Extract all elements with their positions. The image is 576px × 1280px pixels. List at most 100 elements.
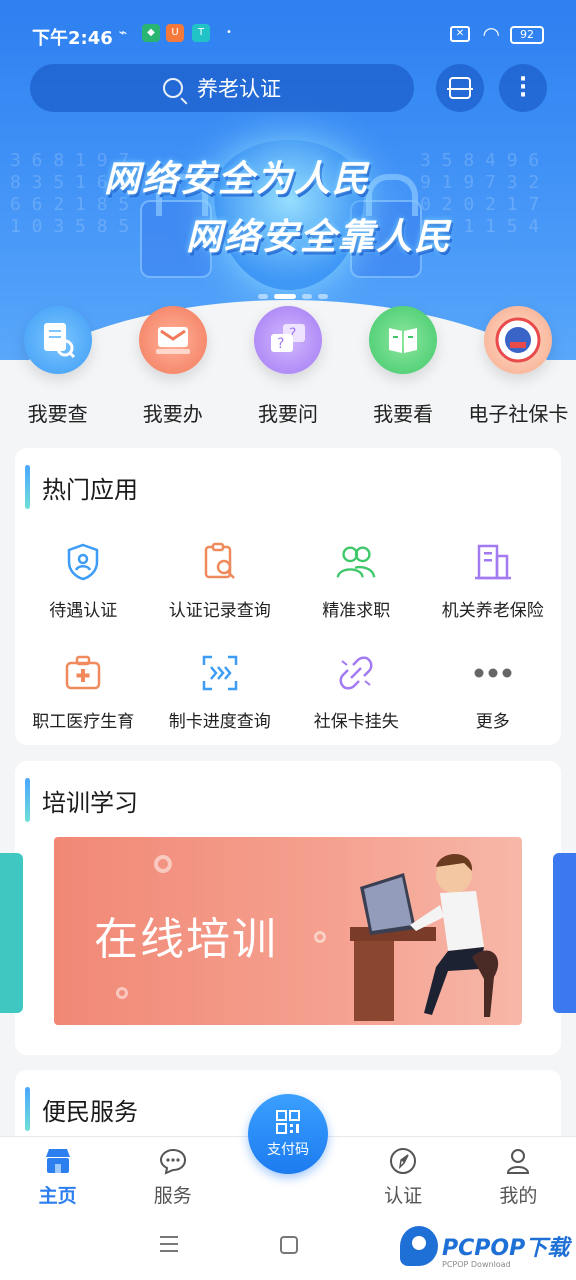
section-title: 培训学习 xyxy=(25,775,138,825)
banner-text: 在线培训 xyxy=(94,914,278,965)
decor-circle xyxy=(314,931,326,943)
app-item-card-progress[interactable]: 制卡进度查询 xyxy=(152,651,289,732)
app-item-medical-maternity[interactable]: 职工医疗生育 xyxy=(15,651,152,732)
broken-link-icon xyxy=(334,651,378,695)
title-accent-bar xyxy=(25,778,30,822)
app-label: 社保卡挂失 xyxy=(313,712,399,732)
watermark-subtext: PCPOP Download xyxy=(442,1260,511,1269)
app-label: 更多 xyxy=(475,712,510,732)
tab-label: 我的 xyxy=(499,1185,538,1207)
decor-circle xyxy=(116,987,128,999)
system-nav-bar: PCPOP下载 PCPOP Download xyxy=(0,1212,576,1280)
indicator-dot xyxy=(302,294,312,299)
quick-entry-view[interactable]: 我要看 xyxy=(346,306,461,427)
tab-mine[interactable]: 我的 xyxy=(461,1137,576,1212)
doc-search-icon xyxy=(23,306,92,374)
pay-code-button[interactable]: 支付码 xyxy=(248,1094,328,1174)
section-title: 热门应用 xyxy=(25,462,138,512)
book-icon xyxy=(369,306,438,374)
sim-icon: ✕ xyxy=(450,26,470,42)
section-title-text: 热门应用 xyxy=(42,475,138,504)
quick-entry-query[interactable]: 我要查 xyxy=(0,306,115,427)
status-time: 下午2:46 xyxy=(32,28,113,49)
watermark-text: PCPOP下载 xyxy=(442,1236,570,1261)
building-icon xyxy=(471,540,515,584)
store-icon xyxy=(45,1149,70,1173)
nav-home-button[interactable] xyxy=(280,1236,298,1254)
status-bar: 下午2:46 ⌁ ◆ U T • ✕ ◠ 92 xyxy=(0,0,576,60)
quick-entry-label: 我要办 xyxy=(142,402,203,426)
app-item-more[interactable]: 更多 xyxy=(425,651,562,732)
chat-bubble-icon xyxy=(159,1148,186,1175)
decor-circle xyxy=(154,855,172,873)
indicator-dot-active xyxy=(274,294,296,299)
card-progress-icon xyxy=(198,651,242,695)
watermark: PCPOP下载 PCPOP Download xyxy=(400,1226,570,1269)
shield-person-icon xyxy=(61,540,105,584)
carousel-next-slide[interactable] xyxy=(553,853,576,1013)
app-grid: 待遇认证 认证记录查询 精准求职 机关养老保险 职工医疗生育 制卡进度查询 社保… xyxy=(15,540,561,732)
quick-entry-ecard[interactable]: 电子社保卡 xyxy=(461,306,576,427)
section-title-text: 便民服务 xyxy=(42,1097,138,1126)
app-item-job-search[interactable]: 精准求职 xyxy=(288,540,425,621)
app-item-card-loss[interactable]: 社保卡挂失 xyxy=(288,651,425,732)
carousel-indicator xyxy=(258,294,328,299)
dot-icon: • xyxy=(226,27,232,38)
tab-label: 主页 xyxy=(38,1185,77,1207)
carousel-prev-slide[interactable] xyxy=(0,853,23,1013)
tab-label: 服务 xyxy=(153,1185,192,1207)
compass-icon xyxy=(390,1148,417,1174)
tap-app-icon: T xyxy=(192,24,210,42)
section-title: 便民服务 xyxy=(25,1084,138,1134)
quick-entry-label: 我要查 xyxy=(27,402,88,426)
slogan-line-1: 网络安全为人民 xyxy=(104,159,371,200)
tab-home[interactable]: 主页 xyxy=(0,1137,115,1212)
app-label: 待遇认证 xyxy=(49,601,118,621)
more-vertical-icon: · · · xyxy=(518,67,528,108)
tab-service[interactable]: 服务 xyxy=(115,1137,230,1212)
online-training-banner[interactable]: 在线培训 xyxy=(54,837,522,1025)
hot-apps-card: 热门应用 待遇认证 认证记录查询 精准求职 机关养老保险 职工医疗生育 制卡进度… xyxy=(15,448,561,745)
title-accent-bar xyxy=(25,465,30,509)
social-security-badge-icon xyxy=(484,306,553,374)
app-item-auth-record[interactable]: 认证记录查询 xyxy=(152,540,289,621)
quick-entry-label: 我要问 xyxy=(257,402,318,426)
quick-entry-label: 我要看 xyxy=(373,402,434,426)
qr-code-icon xyxy=(276,1110,300,1134)
app-item-benefit-auth[interactable]: 待遇认证 xyxy=(15,540,152,621)
wifi-icon: ◠ xyxy=(482,22,500,46)
pcpop-logo-icon xyxy=(400,1226,438,1266)
question-chat-icon: ?? xyxy=(253,306,322,374)
slogan-line-2: 网络安全靠人民 xyxy=(186,217,453,258)
title-accent-bar xyxy=(25,1087,30,1131)
quick-entry-ask[interactable]: ?? 我要问 xyxy=(230,306,345,427)
pay-code-label: 支付码 xyxy=(267,1142,309,1158)
more-dots-icon xyxy=(471,651,515,695)
taobao-app-icon: U xyxy=(166,24,184,42)
section-title-text: 培训学习 xyxy=(42,788,138,817)
envelope-icon xyxy=(138,306,207,374)
app-label: 制卡进度查询 xyxy=(168,712,271,732)
indicator-dot xyxy=(318,294,328,299)
indicator-dot xyxy=(258,294,268,299)
person-at-computer-illustration xyxy=(350,853,499,1021)
tab-label: 认证 xyxy=(384,1185,423,1207)
user-icon xyxy=(507,1149,530,1174)
app-label: 职工医疗生育 xyxy=(32,712,135,732)
record-search-icon xyxy=(198,540,242,584)
more-menu-button[interactable]: · · · xyxy=(499,64,547,112)
tab-auth[interactable]: 认证 xyxy=(346,1137,461,1212)
shield-app-icon: ◆ xyxy=(142,24,160,42)
scan-button[interactable] xyxy=(436,64,484,112)
app-item-agency-pension[interactable]: 机关养老保险 xyxy=(425,540,562,621)
medical-kit-icon xyxy=(61,651,105,695)
nav-menu-button[interactable] xyxy=(160,1236,178,1252)
scan-icon xyxy=(447,77,473,99)
app-label: 认证记录查询 xyxy=(168,601,271,621)
people-icon xyxy=(334,540,378,584)
search-icon xyxy=(163,78,183,98)
app-label: 机关养老保险 xyxy=(441,601,544,621)
quick-entries: 我要查 我要办 ?? 我要问 我要看 电子社保卡 xyxy=(0,306,576,427)
quick-entry-handle[interactable]: 我要办 xyxy=(115,306,230,427)
search-input[interactable]: 养老认证 xyxy=(30,64,414,112)
